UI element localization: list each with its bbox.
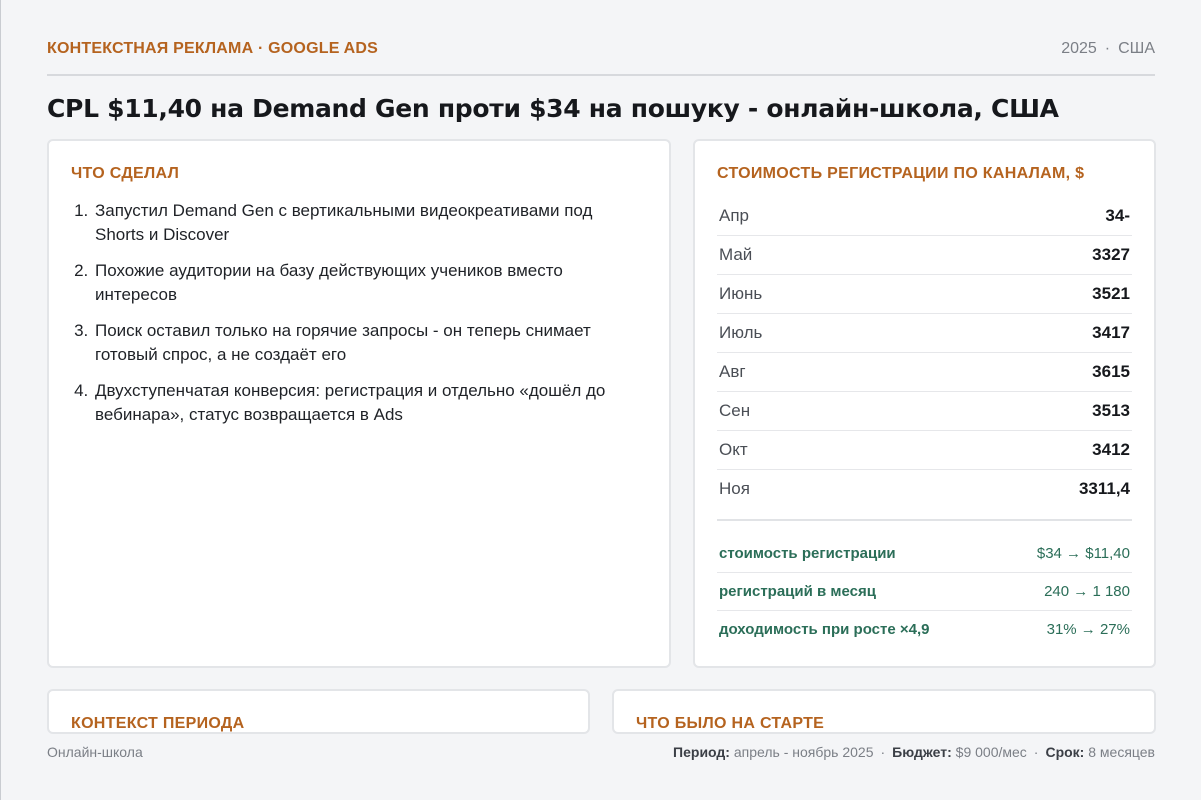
table-row: Май 3327 (717, 236, 1132, 275)
table-row: Апр 34- (717, 197, 1132, 236)
budget-label: Бюджет: (892, 744, 952, 760)
period-context-heading: КОНТЕКСТ ПЕРИОДА (71, 715, 245, 732)
header-meta: 2025 · США (1061, 40, 1155, 58)
what-i-did-card: ЧТО СДЕЛАЛ Запустил Demand Gen с вертика… (47, 139, 671, 668)
kpi-label: доходимость при росте ×4,9 (719, 621, 930, 638)
registration-cost-heading: СТОИМОСТЬ РЕГИСТРАЦИИ ПО КАНАЛАМ, $ (717, 165, 1085, 182)
cost-value: 3615 (1092, 362, 1130, 381)
cost-value: 3412 (1092, 440, 1130, 459)
meta-separator: · (1104, 40, 1111, 57)
starting-point-heading: ЧТО БЫЛО НА СТАРТЕ (636, 715, 825, 732)
divider (717, 519, 1132, 521)
table-row: Сен 3513 (717, 392, 1132, 431)
month-label: Авг (719, 362, 746, 381)
table-row: Июнь 3521 (717, 275, 1132, 314)
month-label: Окт (719, 440, 748, 459)
month-label: Июль (719, 323, 763, 342)
steps-list: Запустил Demand Gen с вертикальными виде… (71, 199, 629, 439)
niche-label: Онлайн-школа (47, 744, 143, 760)
table-row: Авг 3615 (717, 353, 1132, 392)
monthly-cost-table: Апр 34- Май 3327 Июнь 3521 Июль 3417 Авг… (717, 197, 1132, 508)
cost-value: 34- (1105, 206, 1130, 225)
kpi-value: 31% → 27% (1046, 621, 1130, 638)
budget-value: $9 000/мес (955, 744, 1027, 760)
table-row: Окт 3412 (717, 431, 1132, 470)
what-i-did-heading: ЧТО СДЕЛАЛ (71, 165, 180, 182)
kpi-row: стоимость регистрации $34 → $11,40 (717, 535, 1132, 573)
list-item: Двухступенчатая конверсия: регистрация и… (93, 379, 629, 427)
month-label: Май (719, 245, 753, 264)
month-label: Июнь (719, 284, 763, 303)
kpi-label: регистраций в месяц (719, 583, 876, 600)
month-label: Сен (719, 401, 751, 420)
table-row: Июль 3417 (717, 314, 1132, 353)
footer-separator: · (1033, 744, 1039, 760)
period-context-card: КОНТЕКСТ ПЕРИОДА (47, 689, 590, 734)
kpi-row: доходимость при росте ×4,9 31% → 27% (717, 611, 1132, 648)
top-bar: КОНТЕКСТНАЯ РЕКЛАМА · GOOGLE ADS 2025 · СШ… (47, 38, 1155, 76)
category-kicker: КОНТЕКСТНАЯ РЕКЛАМА · GOOGLE ADS (47, 40, 379, 57)
case-page: КОНТЕКСТНАЯ РЕКЛАМА · GOOGLE ADS 2025 · СШ… (47, 0, 1156, 800)
term-label: Срок: (1045, 744, 1085, 760)
period-label: Период: (673, 744, 730, 760)
kpi-label: стоимость регистрации (719, 545, 896, 562)
kpi-value: 240 → 1 180 (1044, 583, 1130, 600)
month-label: Ноя (719, 479, 750, 498)
kpi-summary: стоимость регистрации $34 → $11,40 регис… (717, 535, 1132, 648)
kpi-row: регистраций в месяц 240 → 1 180 (717, 573, 1132, 611)
term-value: 8 месяцев (1088, 744, 1155, 760)
period-value: апрель - ноябрь 2025 (733, 744, 874, 760)
year-label: 2025 (1061, 40, 1097, 57)
cost-value: 3521 (1092, 284, 1130, 303)
footer-separator: · (880, 744, 886, 760)
cost-value: 3513 (1092, 401, 1130, 420)
list-item: Похожие аудитории на базу действующих уч… (93, 259, 629, 307)
cost-value: 3311,4 (1078, 479, 1130, 498)
registration-cost-card: СТОИМОСТЬ РЕГИСТРАЦИИ ПО КАНАЛАМ, $ Апр … (693, 139, 1156, 668)
country-label: США (1118, 40, 1155, 57)
month-label: Апр (719, 206, 749, 225)
cost-value: 3417 (1092, 323, 1130, 342)
starting-point-card: ЧТО БЫЛО НА СТАРТЕ (612, 689, 1156, 734)
cost-value: 3327 (1092, 245, 1130, 264)
kpi-value: $34 → $11,40 (1036, 545, 1130, 562)
page-title: CPL $11,40 на Demand Gen проти $34 на по… (47, 94, 1059, 123)
footer-meta: Период: апрель - ноябрь 2025 · Бюджет: $9 … (673, 744, 1155, 760)
list-item: Запустил Demand Gen с вертикальными виде… (93, 199, 629, 247)
list-item: Поиск оставил только на горячие запросы … (93, 319, 629, 367)
table-row: Ноя 3311,4 (717, 470, 1132, 508)
